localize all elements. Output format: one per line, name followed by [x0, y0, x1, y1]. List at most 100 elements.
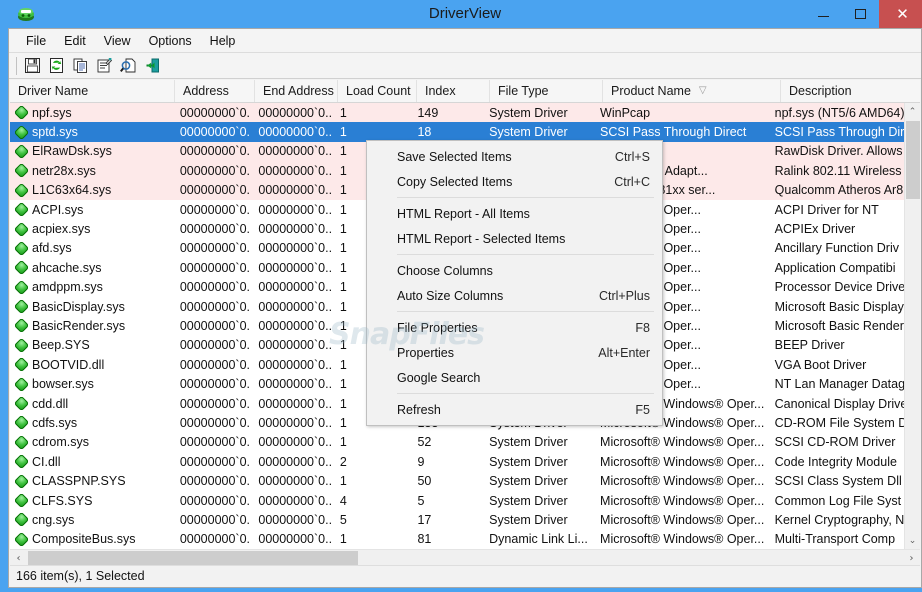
cell-end-address: 00000000`0...	[258, 318, 332, 333]
horizontal-scrollbar[interactable]: ‹ ›	[10, 549, 920, 566]
scroll-down-icon[interactable]: ⌄	[905, 532, 920, 549]
context-menu-item-properties[interactable]: Properties Alt+Enter	[367, 340, 662, 365]
context-menu-item-label: Google Search	[397, 370, 481, 385]
cell-file-type: System Driver	[489, 125, 568, 140]
table-row[interactable]: sptd.sys 00000000`0... 00000000`0... 1 18 Sys…	[10, 122, 904, 142]
cell-index: 149	[417, 105, 439, 120]
column-header-driver-name[interactable]: Driver Name	[10, 80, 175, 102]
cell-address: 00000000`0...	[179, 493, 251, 508]
table-row[interactable]: npf.sys 00000000`0... 00000000`0... 1 149 Sys…	[10, 103, 904, 123]
driver-icon	[13, 105, 30, 120]
save-icon[interactable]	[20, 55, 44, 77]
context-menu[interactable]: Save Selected Items Ctrl+S Copy Selected I…	[366, 140, 663, 426]
cell-driver-name: CI.dll	[10, 454, 172, 469]
exit-icon[interactable]	[140, 55, 164, 77]
cell-address: 00000000`0...	[179, 474, 251, 489]
context-menu-item-html-report-selected-items[interactable]: HTML Report - Selected Items	[367, 226, 662, 251]
driver-icon	[13, 415, 30, 430]
table-row[interactable]: cdrom.sys 00000000`0... 00000000`0... 1 52 Sy…	[10, 433, 904, 452]
driver-name-text: acpiex.sys	[32, 222, 91, 237]
cell-load-count: 1	[339, 532, 347, 547]
cell-driver-name: CLFS.SYS	[10, 493, 172, 508]
driver-name-text: ACPI.sys	[32, 202, 84, 217]
column-header-address[interactable]: Address	[175, 80, 255, 102]
table-row[interactable]: CLASSPNP.SYS 00000000`0... 00000000`0... 1 5…	[10, 471, 904, 490]
context-menu-item-file-properties[interactable]: File Properties F8	[367, 315, 662, 340]
cell-end-address: 00000000`0...	[258, 493, 332, 508]
window-title: DriverView	[428, 5, 502, 22]
context-menu-item-label: HTML Report - All Items	[397, 206, 530, 221]
cell-load-count: 1	[339, 125, 347, 140]
driver-name-text: CLFS.SYS	[32, 493, 93, 508]
cell-description: Kernel Cryptography, N	[774, 512, 904, 527]
close-button[interactable]: ✕	[879, 0, 922, 28]
column-header-description[interactable]: Description	[781, 80, 920, 102]
cell-driver-name: netr28x.sys	[10, 163, 172, 178]
cell-end-address: 00000000`0...	[258, 338, 332, 353]
cell-driver-name: cdfs.sys	[10, 415, 172, 430]
cell-driver-name: CompositeBus.sys	[10, 532, 172, 547]
menu-options[interactable]: Options	[140, 31, 201, 51]
driver-name-text: npf.sys	[32, 105, 72, 120]
context-menu-item-refresh[interactable]: Refresh F5	[367, 397, 662, 422]
context-menu-separator	[397, 311, 654, 312]
context-menu-item-choose-columns[interactable]: Choose Columns	[367, 258, 662, 283]
column-header-index[interactable]: Index	[417, 80, 490, 102]
copy-icon[interactable]	[68, 55, 92, 77]
cell-address: 00000000`0...	[179, 512, 251, 527]
cell-end-address: 00000000`0...	[258, 532, 332, 547]
column-header-product-name[interactable]: Product Name ▽	[603, 80, 781, 102]
cell-load-count: 1	[339, 105, 347, 120]
minimize-button[interactable]	[805, 0, 842, 28]
refresh-icon[interactable]	[44, 55, 68, 77]
cell-driver-name: cdrom.sys	[10, 435, 172, 450]
cell-description: Application Compatibi	[774, 260, 896, 275]
maximize-button[interactable]	[842, 0, 879, 28]
driver-icon	[13, 474, 30, 489]
window-controls: ✕	[805, 0, 922, 28]
context-menu-item-html-report-all-items[interactable]: HTML Report - All Items	[367, 201, 662, 226]
table-row[interactable]: CI.dll 00000000`0... 00000000`0... 2 9 System…	[10, 452, 904, 471]
column-header-end-address[interactable]: End Address	[255, 80, 338, 102]
cell-description: VGA Boot Driver	[774, 357, 867, 372]
horizontal-scroll-thumb[interactable]	[28, 551, 358, 565]
context-menu-item-label: Choose Columns	[397, 263, 493, 278]
cell-end-address: 00000000`0...	[258, 396, 332, 411]
cell-description: CD-ROM File System D	[774, 415, 904, 430]
cell-description: Qualcomm Atheros Ar8	[774, 183, 904, 198]
context-menu-item-auto-size-columns[interactable]: Auto Size Columns Ctrl+Plus	[367, 283, 662, 308]
cell-load-count: 1	[339, 474, 347, 489]
context-menu-item-save-selected-items[interactable]: Save Selected Items Ctrl+S	[367, 144, 662, 169]
driver-icon	[13, 183, 30, 198]
cell-product-name: Microsoft® Windows® Oper...	[600, 454, 765, 469]
table-row[interactable]: CompositeBus.sys 00000000`0... 00000000`0.…	[10, 530, 904, 549]
scroll-up-icon[interactable]: ⌃	[905, 103, 920, 120]
driver-name-text: CompositeBus.sys	[32, 532, 136, 547]
vertical-scroll-thumb[interactable]	[906, 121, 920, 199]
table-row[interactable]: cng.sys 00000000`0... 00000000`0... 5 17 Syst…	[10, 510, 904, 529]
column-header-load-count[interactable]: Load Count	[338, 80, 417, 102]
scroll-right-icon[interactable]: ›	[903, 550, 920, 566]
cell-product-name: Microsoft® Windows® Oper...	[600, 532, 765, 547]
driver-name-text: BOOTVID.dll	[32, 357, 105, 372]
cell-end-address: 00000000`0...	[258, 241, 332, 256]
scroll-left-icon[interactable]: ‹	[10, 550, 27, 566]
cell-driver-name: BOOTVID.dll	[10, 357, 172, 372]
menu-help[interactable]: Help	[201, 31, 245, 51]
column-header-file-type[interactable]: File Type	[490, 80, 603, 102]
context-menu-item-google-search[interactable]: Google Search	[367, 365, 662, 390]
cell-driver-name: amdppm.sys	[10, 280, 172, 295]
driver-icon	[13, 125, 30, 140]
find-icon[interactable]	[116, 55, 140, 77]
properties-icon[interactable]	[92, 55, 116, 77]
cell-address: 00000000`0...	[179, 299, 251, 314]
menu-view[interactable]: View	[95, 31, 140, 51]
vertical-scrollbar[interactable]: ⌃ ⌄	[904, 103, 920, 549]
cell-end-address: 00000000`0...	[258, 183, 332, 198]
menu-edit[interactable]: Edit	[55, 31, 95, 51]
table-row[interactable]: CLFS.SYS 00000000`0... 00000000`0... 4 5 Syst…	[10, 491, 904, 510]
context-menu-item-copy-selected-items[interactable]: Copy Selected Items Ctrl+C	[367, 169, 662, 194]
driver-icon	[13, 299, 30, 314]
menu-file[interactable]: File	[17, 31, 55, 51]
cell-end-address: 00000000`0...	[258, 163, 332, 178]
